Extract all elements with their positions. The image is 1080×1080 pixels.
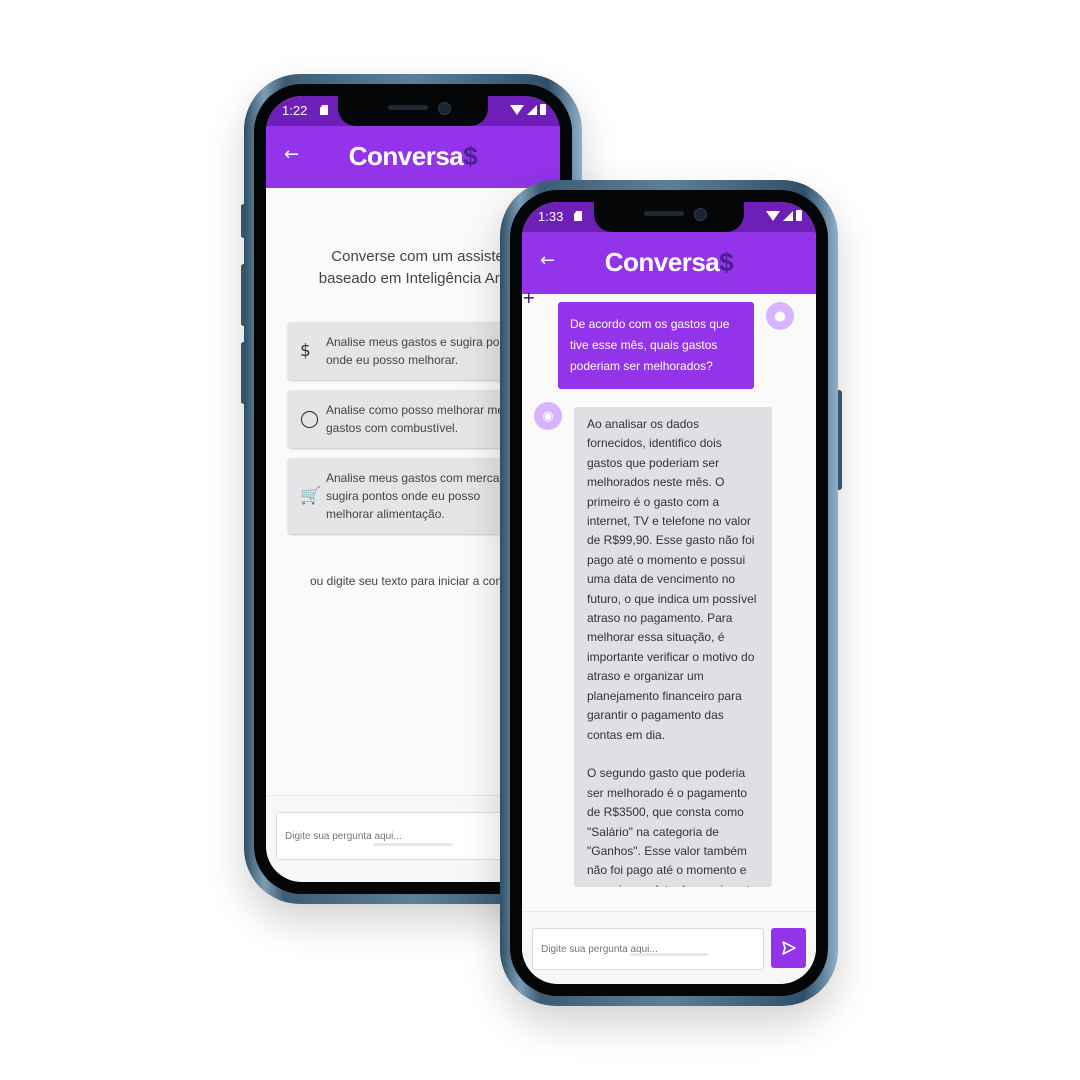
chat-area: De acordo com os gastos que tive esse mê… [522,294,816,984]
start-conversation-hint: ou digite seu texto para iniciar a conve… [310,574,532,588]
camera-icon [694,208,707,221]
home-indicator [630,953,708,956]
status-time: 1:22 [282,103,308,118]
app-bar: ← Conversa$ [266,126,560,188]
bot-avatar-icon: ◉ [534,402,562,430]
screen: 1:33 ← Conversa$ + De acordo com os gast… [522,202,816,984]
send-icon [781,941,796,955]
cart-icon: 🛒 [300,486,322,506]
send-button[interactable] [771,928,806,968]
home-indicator [373,843,453,846]
dollar-logo-icon: $ [463,141,478,171]
bot-message-paragraph: Ao analisar os dados fornecidos, identif… [587,417,757,742]
dollar-logo-icon: $ [719,247,734,277]
battery-icon [540,104,546,115]
bot-message: Ao analisar os dados fornecidos, identif… [574,407,772,887]
phone-front: 1:33 ← Conversa$ + De acordo com os gast… [500,180,842,1006]
app-title: Conversa$ [604,247,734,277]
user-avatar-icon: ● [766,302,794,330]
input-bar [522,911,816,984]
battery-icon [796,210,802,221]
decoration-plus: + [522,288,536,307]
bot-message-paragraph: O segundo gasto que poderia ser melhorad… [587,766,756,887]
notch [594,202,744,232]
sdcard-icon [574,211,582,221]
drop-icon: ◯ [300,409,320,429]
sdcard-icon [320,105,328,115]
app-title: Conversa$ [348,141,478,171]
user-message: De acordo com os gastos que tive esse mê… [558,302,754,389]
wifi-icon [510,105,524,115]
notch [338,96,488,126]
question-input[interactable] [533,929,763,969]
wifi-icon [766,211,780,221]
signal-icon [783,211,793,221]
status-time: 1:33 [538,209,564,224]
dollar-icon: $ [300,341,311,361]
signal-icon [527,105,537,115]
question-input-wrapper [532,928,764,970]
camera-icon [438,102,451,115]
app-bar: ← Conversa$ [522,232,816,294]
